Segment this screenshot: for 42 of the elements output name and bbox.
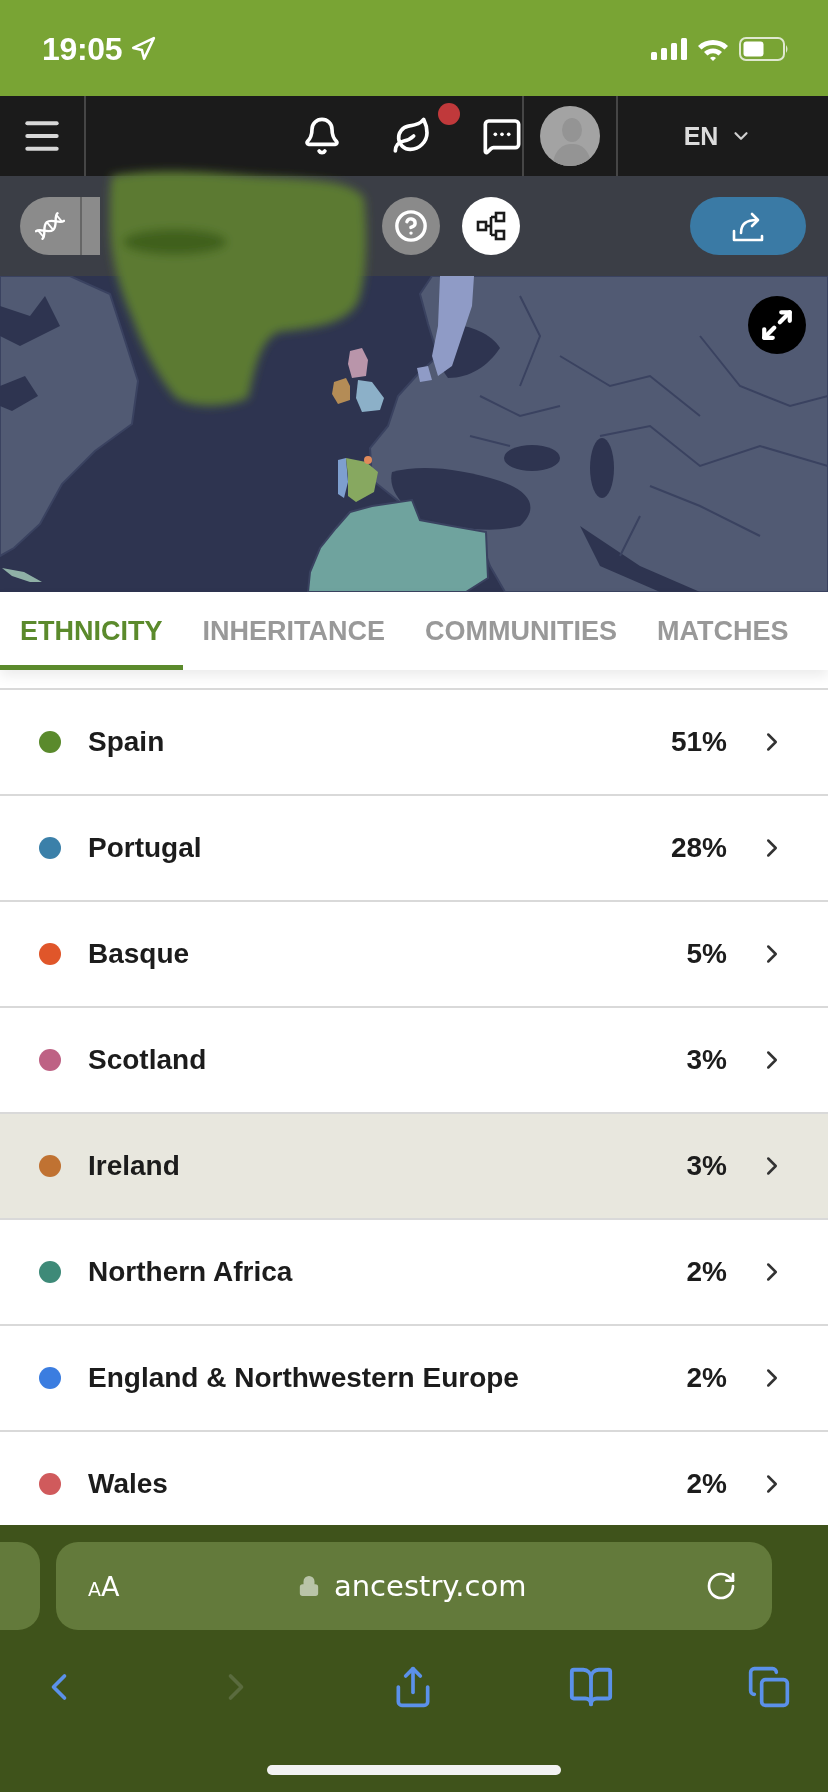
region-name: Spain: [88, 726, 166, 758]
region-percent: 2%: [686, 1256, 727, 1288]
language-selector[interactable]: EN: [683, 121, 753, 151]
region-percent: 3%: [686, 1044, 727, 1076]
share-button[interactable]: [690, 197, 806, 255]
region-name: Portugal: [88, 832, 203, 864]
region-percent: 3%: [686, 1150, 727, 1182]
region-name: Northern Africa: [88, 1256, 294, 1288]
tree-view-button[interactable]: [462, 197, 520, 255]
dna-icon: [35, 211, 65, 241]
region-name: Ireland: [88, 1150, 181, 1182]
help-icon: [394, 209, 428, 243]
chat-icon[interactable]: [482, 116, 522, 156]
tabs-icon[interactable]: [747, 1665, 791, 1709]
wifi-icon: [697, 37, 729, 61]
dna-button[interactable]: [20, 197, 82, 255]
tab[interactable]: ETHNICITY: [0, 592, 183, 670]
battery-icon: [739, 37, 789, 61]
region-percent: 2%: [686, 1468, 727, 1500]
signal-icon: [651, 38, 687, 60]
tree-diagram-icon: [476, 211, 506, 241]
reload-icon[interactable]: [705, 1570, 737, 1602]
region-percent: 28%: [670, 832, 727, 864]
ethnicity-row[interactable]: Ireland 3%: [0, 1114, 828, 1220]
location-arrow-icon: [130, 36, 157, 62]
status-time: 19:05: [42, 30, 123, 68]
region-percent: 51%: [670, 726, 727, 758]
url-text: ancestry.com: [333, 1569, 527, 1603]
expand-icon: [760, 308, 794, 342]
region-name: England & Northwestern Europe: [88, 1362, 520, 1394]
lock-icon: [297, 1575, 320, 1597]
profile-field[interactable]: [82, 197, 100, 255]
leaf-icon[interactable]: [392, 116, 432, 156]
region-name: Basque: [88, 938, 191, 970]
region-name: Scotland: [88, 1044, 208, 1076]
region-percent: 5%: [686, 938, 727, 970]
address-bar[interactable]: AA ancestry.com: [56, 1542, 772, 1630]
region-name: Wales: [88, 1468, 169, 1500]
avatar-icon[interactable]: [540, 106, 600, 166]
bell-icon[interactable]: [302, 116, 342, 156]
region-percent: 2%: [686, 1362, 727, 1394]
text-size-button[interactable]: AA: [88, 1572, 120, 1600]
